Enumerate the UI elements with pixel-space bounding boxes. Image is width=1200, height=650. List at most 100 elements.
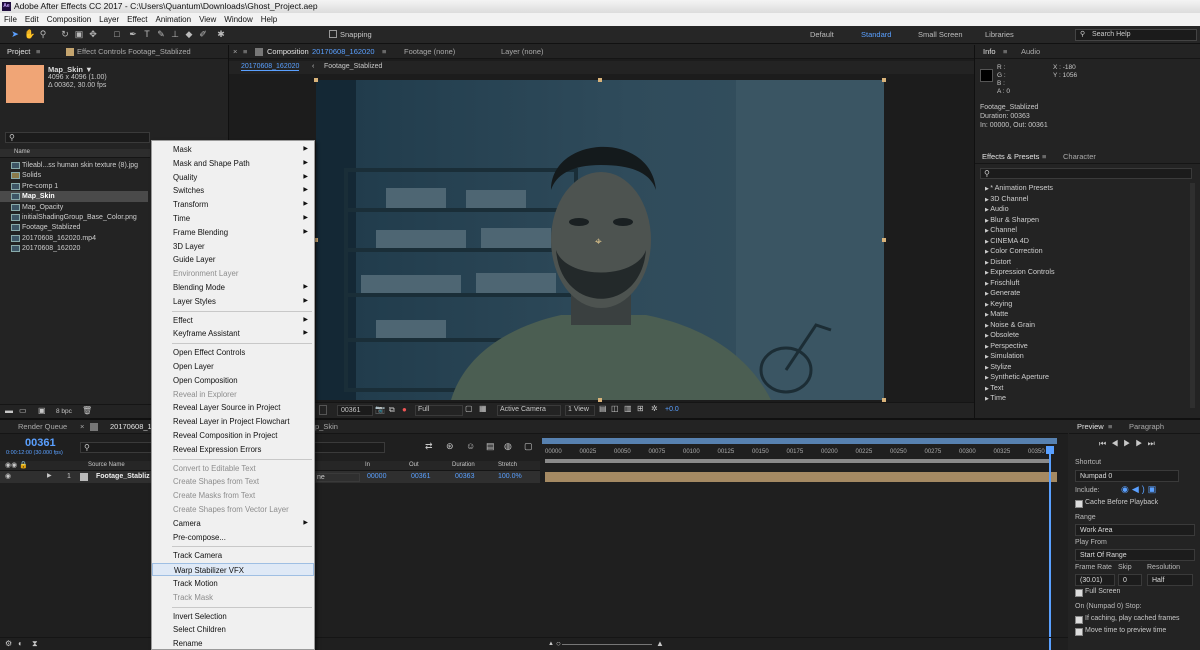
panel-menu-icon[interactable]: ≡ — [243, 45, 247, 59]
selected-item-name[interactable]: Map_Skin ▼ — [48, 65, 93, 74]
rotate-tool-icon[interactable]: ↻ — [60, 28, 70, 40]
exposure-value[interactable]: +0.0 — [665, 406, 679, 413]
context-item-open-composition[interactable]: Open Composition — [152, 374, 314, 387]
layer-duration[interactable]: 00363 — [455, 473, 474, 480]
snapping-checkbox[interactable] — [329, 30, 337, 38]
context-item-invert-selection[interactable]: Invert Selection — [152, 610, 314, 623]
tab-timeline-comp[interactable]: 20170608_16 — [110, 420, 156, 434]
tab-project[interactable]: Project — [7, 45, 30, 59]
playhead-handle[interactable] — [1046, 446, 1054, 454]
pen-tool-icon[interactable]: ✒ — [128, 28, 138, 40]
layer-out[interactable]: 00361 — [411, 473, 430, 480]
effects-search-input[interactable]: ⚲ — [980, 168, 1192, 179]
context-item-reveal-composition-in-project[interactable]: Reveal Composition in Project — [152, 429, 314, 442]
context-item-reveal-expression-errors[interactable]: Reveal Expression Errors — [152, 443, 314, 456]
layer-handle-r[interactable] — [882, 238, 886, 242]
tab-render-queue[interactable]: Render Queue — [18, 420, 67, 434]
zoom-slider-thumb[interactable]: ○ — [556, 639, 561, 648]
resolution-select[interactable]: Half — [1147, 574, 1193, 586]
play-from-select[interactable]: Start Of Range — [1075, 549, 1195, 561]
layer-duration-bar[interactable] — [545, 472, 1057, 482]
project-item[interactable]: Map_Skin — [0, 191, 148, 203]
expand-layer-icon[interactable]: ▶ — [47, 472, 52, 479]
eraser-tool-icon[interactable]: ◆ — [184, 28, 194, 40]
panel-menu-icon[interactable]: ≡ — [1003, 45, 1007, 59]
context-item-select-children[interactable]: Select Children — [152, 623, 314, 636]
camera-select[interactable]: Active Camera — [497, 405, 561, 416]
new-folder-icon[interactable]: ▭ — [19, 406, 27, 415]
skip-select[interactable]: 0 — [1118, 574, 1142, 586]
effects-category[interactable]: ▶ Simulation — [980, 351, 1190, 361]
context-item-3d-layer[interactable]: 3D Layer — [152, 240, 314, 253]
reset-exposure-icon[interactable]: ✲ — [651, 404, 658, 413]
effects-category[interactable]: ▶ Matte — [980, 309, 1190, 319]
rectangle-tool-icon[interactable]: □ — [112, 28, 122, 40]
effects-category[interactable]: ▶ Noise & Grain — [980, 320, 1190, 330]
time-navigator-range[interactable] — [542, 438, 1057, 444]
column-in[interactable]: In — [365, 462, 370, 468]
range-select[interactable]: Work Area — [1075, 524, 1195, 536]
region-of-interest-icon[interactable]: ▢ — [465, 404, 473, 413]
effects-category[interactable]: ▶ Stylize — [980, 362, 1190, 372]
effects-category[interactable]: ▶ CINEMA 4D — [980, 236, 1190, 246]
trash-icon[interactable]: 🗑 — [82, 406, 92, 415]
project-item[interactable]: Footage_Stablized — [0, 222, 148, 233]
context-item-guide-layer[interactable]: Guide Layer — [152, 253, 314, 266]
effects-category[interactable]: ▶ 3D Channel — [980, 194, 1190, 204]
menu-window[interactable]: Window — [224, 13, 252, 26]
tab-effects-presets[interactable]: Effects & Presets — [982, 150, 1039, 164]
context-item-layer-styles[interactable]: Layer Styles ▶ — [152, 295, 314, 308]
menu-effect[interactable]: Effect — [127, 13, 147, 26]
effects-category[interactable]: ▶ Channel — [980, 225, 1190, 235]
menu-animation[interactable]: Animation — [155, 13, 191, 26]
current-time-field[interactable]: 00361 — [337, 405, 373, 416]
context-item-mask-and-shape-path[interactable]: Mask and Shape Path ▶ — [152, 157, 314, 170]
graph-editor-icon[interactable]: ▢ — [524, 441, 533, 452]
comp-mini-flowchart-icon[interactable]: ⇄ — [425, 441, 433, 452]
motion-blur-icon[interactable]: ◍ — [504, 441, 512, 452]
context-item-time[interactable]: Time ▶ — [152, 212, 314, 225]
composition-viewer[interactable]: ⌖ — [316, 80, 884, 400]
project-item[interactable]: Solids — [0, 170, 148, 181]
project-item[interactable]: 20170608_162020 — [0, 243, 148, 254]
fast-previews-icon[interactable]: ◫ — [611, 404, 619, 413]
preview-transport-icons[interactable]: ⏮◀▶▶⏭ — [1099, 439, 1160, 449]
effects-category[interactable]: ▶ Audio — [980, 204, 1190, 214]
context-item-keyframe-assistant[interactable]: Keyframe Assistant ▶ — [152, 327, 314, 340]
effects-category[interactable]: ▶ Obsolete — [980, 330, 1190, 340]
menu-layer[interactable]: Layer — [99, 13, 119, 26]
layer-handle-t[interactable] — [598, 78, 602, 82]
flowchart-icon[interactable]: ⊞ — [637, 404, 644, 413]
move-time-checkbox[interactable] — [1075, 628, 1083, 636]
context-item-quality[interactable]: Quality ▶ — [152, 171, 314, 184]
context-item-pre-compose[interactable]: Pre-compose... — [152, 531, 314, 544]
selection-tool-icon[interactable]: ➤ — [10, 28, 20, 40]
breadcrumb-comp[interactable]: 20170608_162020 — [241, 63, 300, 71]
layer-in[interactable]: 00000 — [367, 473, 386, 480]
tab-paragraph[interactable]: Paragraph — [1129, 420, 1164, 434]
column-name[interactable]: Name — [14, 149, 30, 155]
zoom-out-icon[interactable]: ▲ — [548, 641, 554, 647]
interpret-footage-icon[interactable]: ▬ — [5, 406, 13, 415]
context-item-camera[interactable]: Camera ▶ — [152, 517, 314, 530]
shortcut-select[interactable]: Numpad 0 — [1075, 470, 1179, 482]
timeline-icon[interactable]: ▥ — [624, 404, 632, 413]
layer-name[interactable]: Footage_Stabliz — [96, 473, 150, 480]
effects-category[interactable]: ▶ Expression Controls — [980, 267, 1190, 277]
context-item-open-effect-controls[interactable]: Open Effect Controls — [152, 346, 314, 359]
context-item-open-layer[interactable]: Open Layer — [152, 360, 314, 373]
context-item-track-motion[interactable]: Track Motion — [152, 577, 314, 590]
context-item-effect[interactable]: Effect ▶ — [152, 314, 314, 327]
workspace-small-screen[interactable]: Small Screen — [918, 30, 963, 39]
context-item-rename[interactable]: Rename — [152, 637, 314, 650]
toggle-in-out-icon[interactable]: ⧗ — [32, 639, 38, 649]
menu-view[interactable]: View — [199, 13, 216, 26]
hand-tool-icon[interactable]: ✋ — [24, 28, 35, 40]
tab-character[interactable]: Character — [1063, 150, 1096, 164]
context-item-warp-stabilizer-vfx[interactable]: Warp Stabilizer VFX — [152, 563, 314, 577]
transparency-grid-icon[interactable]: ▦ — [479, 404, 487, 413]
menu-file[interactable]: File — [4, 13, 17, 26]
show-snapshot-icon[interactable]: ⧉ — [389, 405, 395, 415]
tab-timeline-other[interactable]: p_Skin — [315, 420, 338, 434]
tab-composition-name[interactable]: 20170608_162020 — [312, 45, 375, 59]
